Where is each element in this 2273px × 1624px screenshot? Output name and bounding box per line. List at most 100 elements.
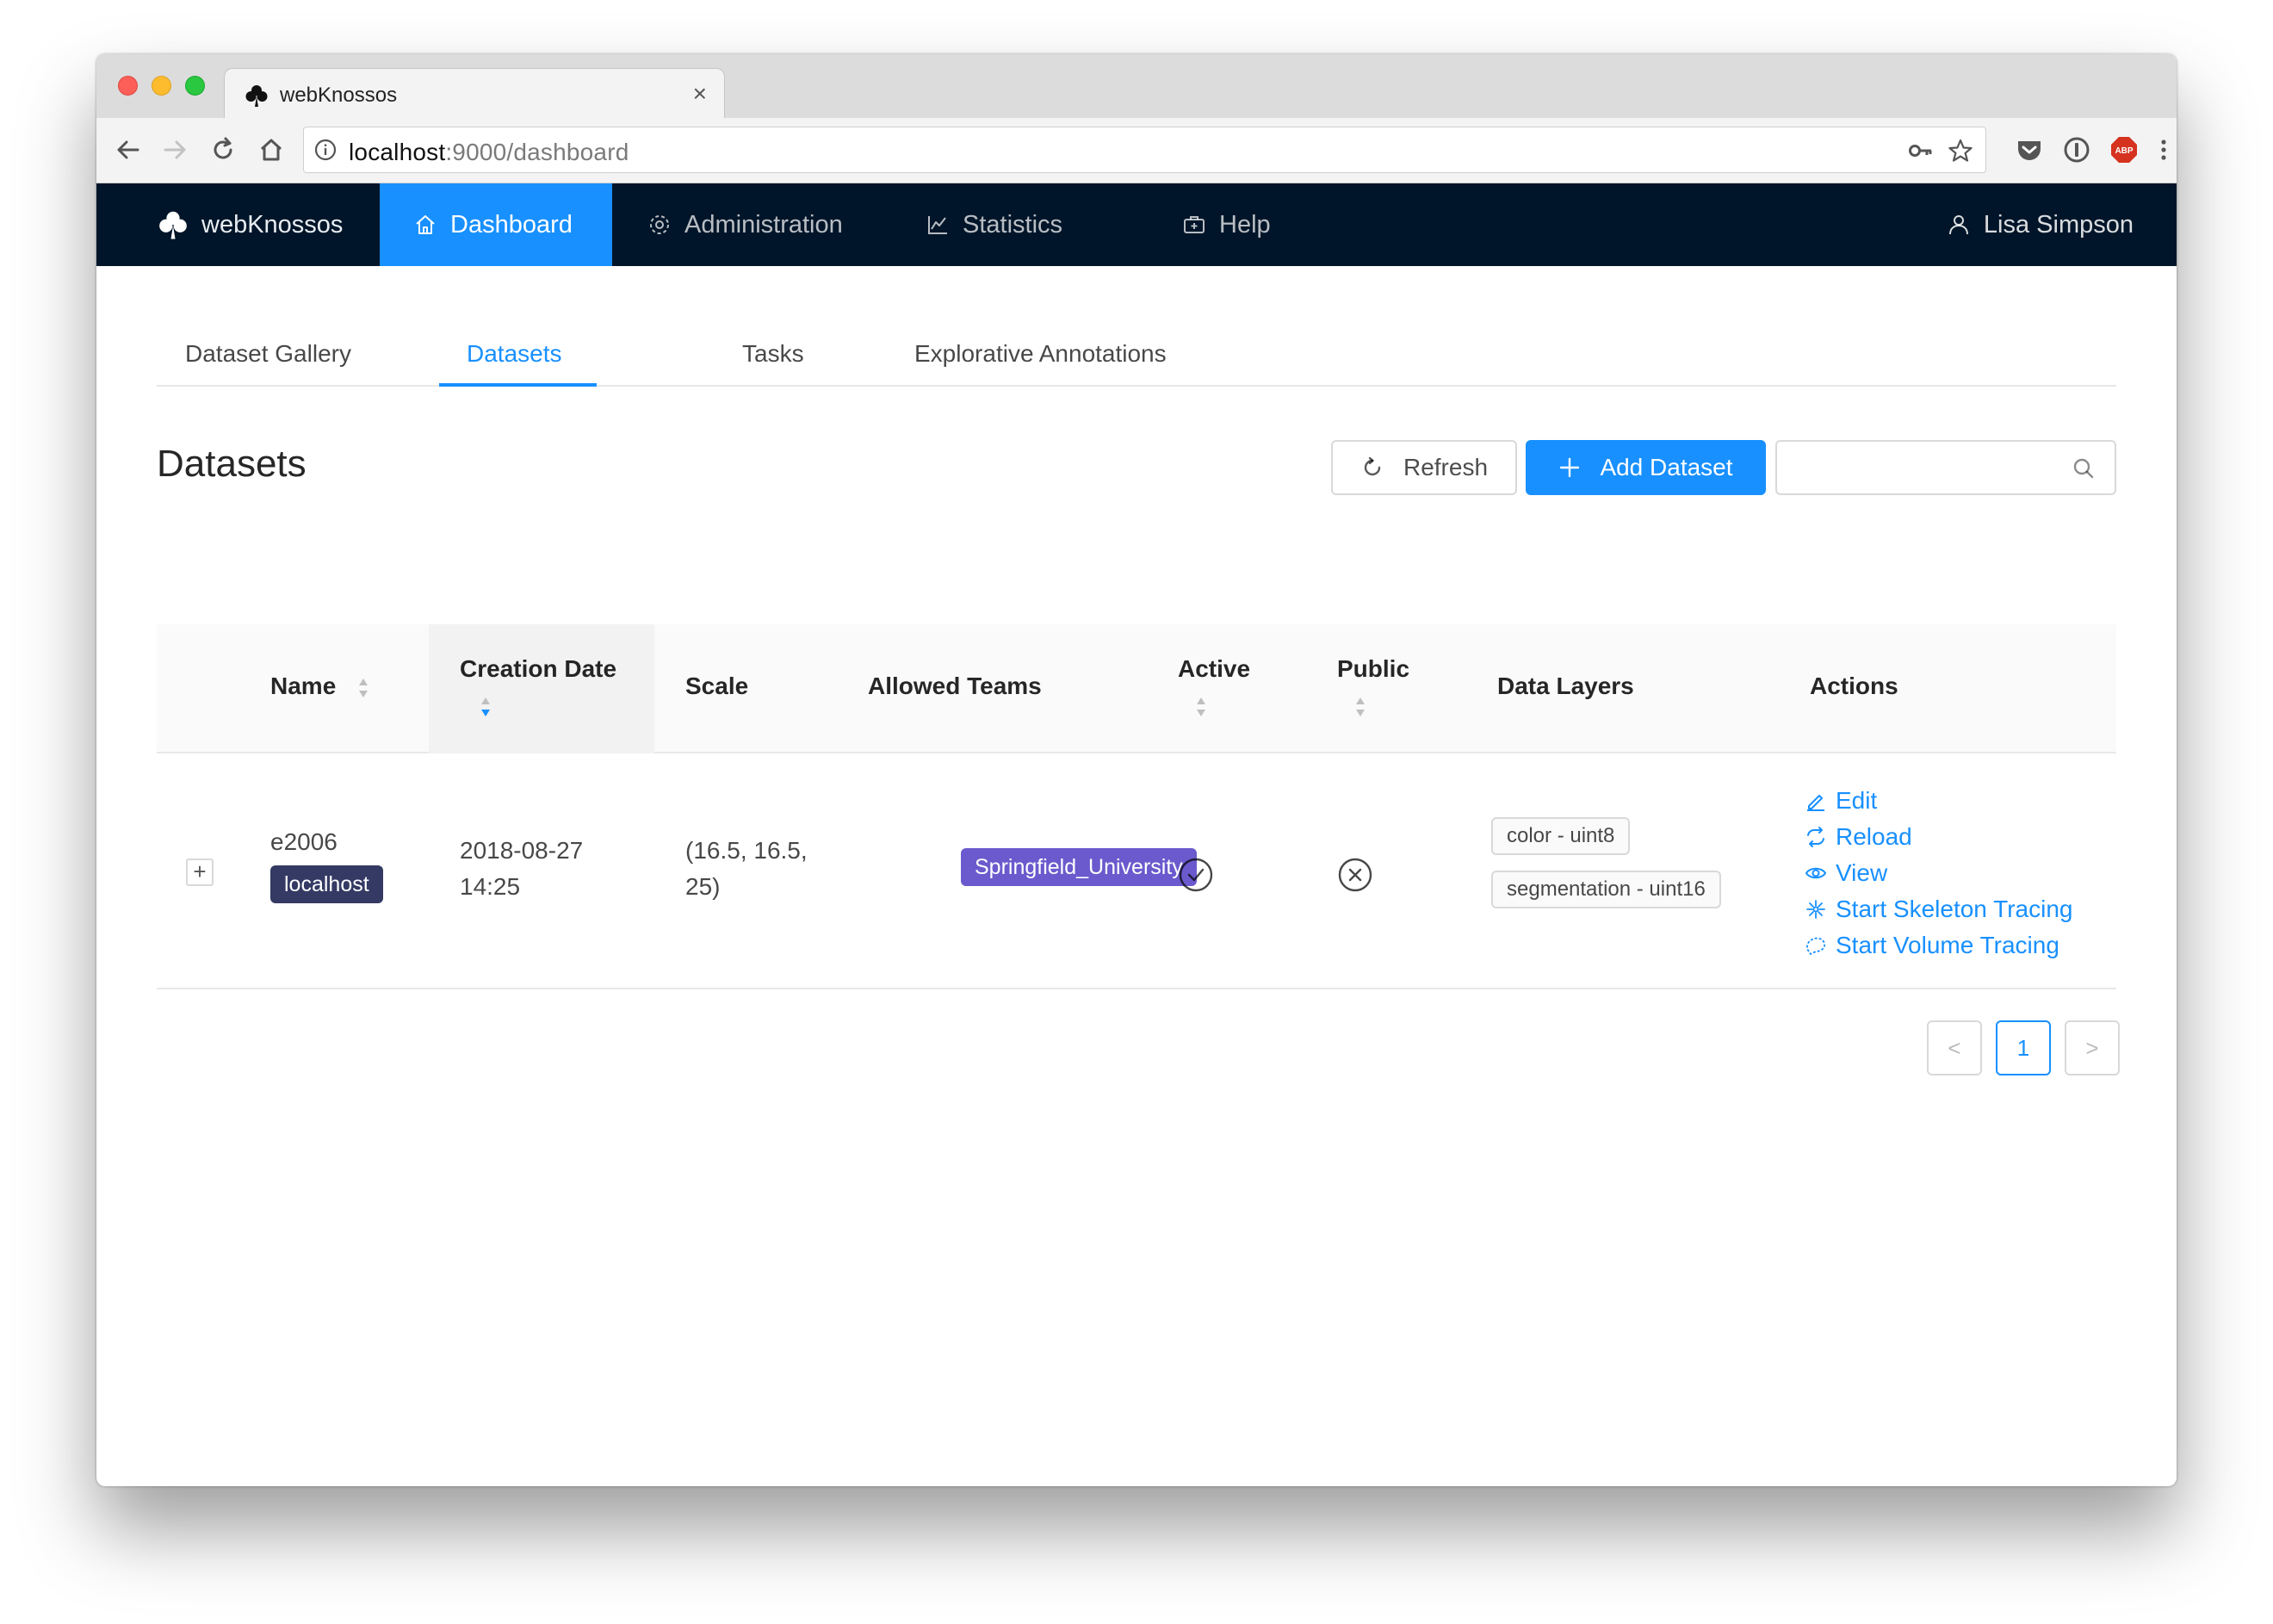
home-icon[interactable] (257, 135, 286, 164)
nav-help-label: Help (1219, 210, 1271, 239)
user-menu[interactable]: Lisa Simpson (1948, 183, 2134, 266)
tab-close-icon[interactable]: × (693, 81, 707, 107)
tab-tasks[interactable]: Tasks (742, 340, 804, 368)
column-header-name[interactable]: Name (270, 673, 336, 700)
browser-titlebar: webKnossos × (96, 54, 2177, 120)
pagination-prev[interactable]: < (1927, 1020, 1982, 1075)
column-header-allowed-teams: Allowed Teams (868, 673, 1042, 699)
dashboard-tabs: Dataset Gallery Datasets Tasks Explorati… (157, 318, 2116, 387)
forward-arrow-icon[interactable] (160, 135, 189, 164)
edit-action[interactable]: Edit (1805, 783, 1877, 819)
address-bar[interactable]: localhost:9000/dashboard (303, 127, 1986, 173)
tab-explorative-annotations[interactable]: Explorative Annotations (914, 340, 1167, 368)
nav-statistics-label: Statistics (963, 210, 1063, 239)
medicine-box-icon (1184, 216, 1205, 233)
refresh-label: Refresh (1403, 454, 1489, 480)
column-header-actions: Actions (1810, 673, 1898, 699)
clover-icon (159, 211, 187, 239)
reload-icon (1364, 456, 1381, 476)
active-tab-indicator (439, 383, 597, 387)
close-circle-icon (1338, 858, 1372, 892)
view-label: View (1836, 859, 1888, 886)
search-icon[interactable] (2072, 456, 2096, 480)
data-layer-tag: segmentation - uint16 (1491, 871, 1721, 908)
back-arrow-icon[interactable] (114, 135, 143, 164)
view-action[interactable]: View (1805, 855, 1887, 891)
nav-administration[interactable]: Administration (614, 183, 877, 266)
pagination-next[interactable]: > (2065, 1020, 2120, 1075)
maximize-window-button[interactable] (185, 76, 205, 96)
start-skeleton-tracing-action[interactable]: Start Skeleton Tracing (1805, 891, 2072, 927)
refresh-button[interactable]: Refresh (1331, 440, 1517, 495)
app-navbar: webKnossos Dashboard Administration Stat… (96, 183, 2177, 266)
reload-icon[interactable] (208, 135, 238, 164)
user-name: Lisa Simpson (1983, 210, 2134, 239)
start-volume-tracing-label: Start Volume Tracing (1836, 932, 2059, 958)
star-icon[interactable] (1948, 139, 1973, 163)
expand-row-button[interactable]: + (186, 858, 214, 886)
onepassword-icon[interactable] (2062, 135, 2091, 164)
column-header-data-layers: Data Layers (1497, 673, 1634, 699)
browser-window: webKnossos × localhost:9000/dashboard AB… (96, 54, 2177, 1486)
page-title: Datasets (157, 443, 307, 485)
tab-datasets[interactable]: Datasets (467, 340, 562, 368)
url-text: localhost:9000/dashboard (349, 139, 629, 165)
nav-administration-label: Administration (684, 210, 843, 239)
brand-name: webKnossos (201, 210, 344, 239)
table-row: + e2006 localhost 2018-08-27 14:25 (16.5… (157, 753, 2116, 989)
tab-dataset-gallery[interactable]: Dataset Gallery (185, 340, 351, 368)
retweet-icon (1807, 827, 1824, 847)
info-icon[interactable] (314, 139, 337, 161)
start-volume-tracing-action[interactable]: Start Volume Tracing (1805, 927, 2059, 964)
pagination-page-1[interactable]: 1 (1996, 1020, 2051, 1075)
browser-toolbar: localhost:9000/dashboard ABP (96, 118, 2177, 183)
minimize-window-button[interactable] (152, 76, 171, 96)
team-tag: Springfield_University (961, 848, 1197, 886)
user-icon (1948, 215, 1968, 235)
start-skeleton-tracing-label: Start Skeleton Tracing (1836, 896, 2073, 922)
add-dataset-button[interactable]: Add Dataset (1526, 440, 1766, 495)
reload-label: Reload (1836, 823, 1912, 850)
key-icon[interactable] (1908, 139, 1934, 163)
tab-title: webKnossos (280, 84, 398, 107)
search-box[interactable] (1775, 440, 2116, 495)
column-header-public[interactable]: Public (1337, 655, 1409, 683)
more-menu-icon[interactable] (2149, 135, 2177, 164)
add-dataset-label: Add Dataset (1600, 454, 1733, 480)
gear-icon (650, 215, 669, 234)
sort-icon[interactable] (356, 676, 370, 700)
volume-icon (1806, 937, 1826, 955)
close-window-button[interactable] (118, 76, 138, 96)
creation-date: 2018-08-27 (460, 837, 584, 864)
nav-statistics[interactable]: Statistics (892, 183, 1097, 266)
sort-icon[interactable] (479, 695, 492, 719)
browser-tab[interactable]: webKnossos × (224, 68, 725, 120)
brand-logo[interactable]: webKnossos (157, 183, 343, 266)
search-input[interactable] (1787, 449, 2063, 487)
pocket-icon[interactable] (2015, 135, 2044, 164)
column-header-scale: Scale (685, 673, 749, 699)
nav-dashboard[interactable]: Dashboard (380, 183, 612, 266)
edit-icon (1807, 795, 1824, 811)
column-header-creation-date[interactable]: Creation Date (460, 655, 616, 683)
check-circle-icon (1179, 858, 1213, 892)
reload-action[interactable]: Reload (1805, 819, 1912, 855)
dataset-name: e2006 (270, 828, 338, 855)
datastore-tag: localhost (270, 865, 383, 903)
edit-label: Edit (1836, 787, 1878, 814)
data-layer-tag: color - uint8 (1491, 817, 1631, 855)
creation-time: 14:25 (460, 873, 521, 900)
column-header-active[interactable]: Active (1178, 655, 1250, 683)
line-chart-icon (928, 216, 947, 234)
scale-line-2: 25) (685, 873, 721, 900)
main-content: Dataset Gallery Datasets Tasks Explorati… (157, 266, 2120, 1486)
home-icon (416, 215, 435, 234)
sort-icon[interactable] (1194, 695, 1208, 719)
scale-line-1: (16.5, 16.5, (685, 837, 808, 864)
sort-icon[interactable] (1353, 695, 1367, 719)
adblock-plus-icon[interactable]: ABP (2109, 135, 2139, 164)
clover-icon (245, 85, 268, 107)
eye-icon (1805, 867, 1827, 879)
nav-help[interactable]: Help (1149, 183, 1305, 266)
sorted-column-bg (429, 624, 654, 753)
